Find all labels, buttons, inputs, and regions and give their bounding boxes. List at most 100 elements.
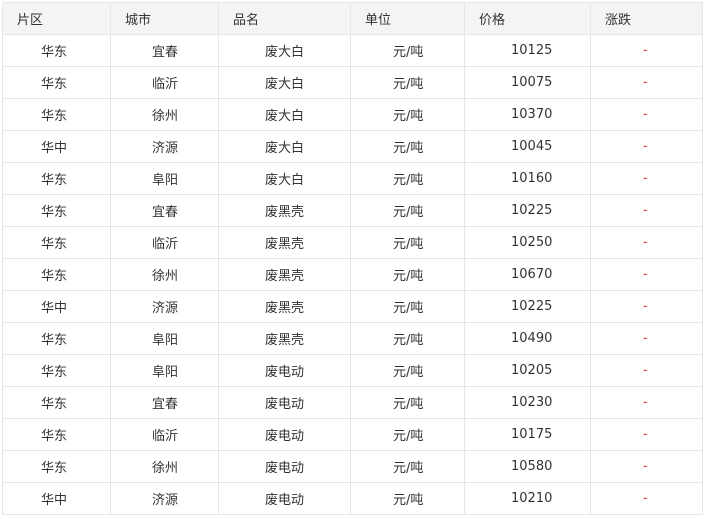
cell-item: 废电动 <box>218 418 351 451</box>
table-row: 华东 徐州 废黑壳 元/吨 10670- <box>2 258 703 291</box>
cell-city: 阜阳 <box>110 162 219 195</box>
cell-city: 济源 <box>110 290 219 323</box>
cell-change: - <box>590 322 703 355</box>
table-row: 华东 临沂 废黑壳 元/吨 10250- <box>2 226 703 259</box>
cell-unit: 元/吨 <box>350 258 465 291</box>
cell-item: 废大白 <box>218 130 351 163</box>
cell-price: 10075 <box>464 66 591 99</box>
cell-city: 阜阳 <box>110 322 219 355</box>
cell-city: 济源 <box>110 130 219 163</box>
table-row: 华东 阜阳 废电动 元/吨 10205- <box>2 354 703 387</box>
cell-item: 废黑壳 <box>218 226 351 259</box>
cell-price: 10490 <box>464 322 591 355</box>
table-row: 华东 宜春 废电动 元/吨 10230- <box>2 386 703 419</box>
cell-item: 废大白 <box>218 98 351 131</box>
cell-item: 废电动 <box>218 482 351 515</box>
cell-unit: 元/吨 <box>350 162 465 195</box>
cell-item: 废电动 <box>218 386 351 419</box>
cell-city: 徐州 <box>110 98 219 131</box>
cell-region: 华东 <box>2 162 111 195</box>
cell-item: 废黑壳 <box>218 290 351 323</box>
table-row: 华东 阜阳 废黑壳 元/吨 10490- <box>2 322 703 355</box>
cell-change: - <box>590 450 703 483</box>
cell-price: 10225 <box>464 290 591 323</box>
cell-item: 废电动 <box>218 450 351 483</box>
cell-change: - <box>590 290 703 323</box>
header-region: 片区 <box>2 2 111 35</box>
header-price: 价格 <box>464 2 591 35</box>
cell-city: 临沂 <box>110 226 219 259</box>
cell-unit: 元/吨 <box>350 290 465 323</box>
table-row: 华东 徐州 废大白 元/吨 10370- <box>2 98 703 131</box>
cell-city: 阜阳 <box>110 354 219 387</box>
cell-region: 华东 <box>2 450 111 483</box>
cell-change: - <box>590 98 703 131</box>
cell-price: 10250 <box>464 226 591 259</box>
cell-city: 临沂 <box>110 66 219 99</box>
cell-change: - <box>590 34 703 67</box>
cell-region: 华东 <box>2 98 111 131</box>
cell-region: 华东 <box>2 386 111 419</box>
cell-price: 10580 <box>464 450 591 483</box>
cell-price: 10210 <box>464 482 591 515</box>
price-table-container: 片区 城市 品名 单位 价格 涨跌 华东 宜春 废大白 元/吨 10125- 华东 临沂 废大… <box>2 2 703 515</box>
cell-region: 华东 <box>2 66 111 99</box>
cell-price: 10160 <box>464 162 591 195</box>
cell-change: - <box>590 66 703 99</box>
table-row: 华中 济源 废电动 元/吨 10210- <box>2 482 703 515</box>
cell-item: 废电动 <box>218 354 351 387</box>
cell-item: 废大白 <box>218 34 351 67</box>
cell-change: - <box>590 418 703 451</box>
cell-city: 宜春 <box>110 34 219 67</box>
cell-region: 华中 <box>2 482 111 515</box>
cell-unit: 元/吨 <box>350 386 465 419</box>
cell-region: 华东 <box>2 226 111 259</box>
cell-unit: 元/吨 <box>350 418 465 451</box>
table-row: 华东 临沂 废电动 元/吨 10175- <box>2 418 703 451</box>
cell-unit: 元/吨 <box>350 226 465 259</box>
cell-item: 废黑壳 <box>218 322 351 355</box>
cell-city: 临沂 <box>110 418 219 451</box>
cell-unit: 元/吨 <box>350 130 465 163</box>
table-row: 华东 徐州 废电动 元/吨 10580- <box>2 450 703 483</box>
cell-item: 废黑壳 <box>218 194 351 227</box>
table-row: 华东 阜阳 废大白 元/吨 10160- <box>2 162 703 195</box>
cell-unit: 元/吨 <box>350 450 465 483</box>
cell-price: 10225 <box>464 194 591 227</box>
cell-price: 10670 <box>464 258 591 291</box>
cell-change: - <box>590 386 703 419</box>
cell-change: - <box>590 258 703 291</box>
cell-city: 徐州 <box>110 450 219 483</box>
cell-price: 10370 <box>464 98 591 131</box>
price-table: 片区 城市 品名 单位 价格 涨跌 华东 宜春 废大白 元/吨 10125- 华东 临沂 废大… <box>2 2 703 515</box>
cell-region: 华东 <box>2 34 111 67</box>
cell-change: - <box>590 194 703 227</box>
cell-item: 废黑壳 <box>218 258 351 291</box>
cell-unit: 元/吨 <box>350 194 465 227</box>
cell-unit: 元/吨 <box>350 66 465 99</box>
cell-region: 华东 <box>2 258 111 291</box>
cell-unit: 元/吨 <box>350 322 465 355</box>
cell-item: 废大白 <box>218 66 351 99</box>
cell-region: 华东 <box>2 418 111 451</box>
cell-region: 华中 <box>2 130 111 163</box>
cell-item: 废大白 <box>218 162 351 195</box>
cell-change: - <box>590 130 703 163</box>
cell-change: - <box>590 162 703 195</box>
cell-region: 华东 <box>2 194 111 227</box>
cell-price: 10045 <box>464 130 591 163</box>
cell-city: 济源 <box>110 482 219 515</box>
table-row: 华中 济源 废大白 元/吨 10045- <box>2 130 703 163</box>
header-city: 城市 <box>110 2 219 35</box>
cell-city: 徐州 <box>110 258 219 291</box>
table-row: 华东 宜春 废大白 元/吨 10125- <box>2 34 703 67</box>
cell-price: 10205 <box>464 354 591 387</box>
cell-price: 10125 <box>464 34 591 67</box>
table-row: 华东 临沂 废大白 元/吨 10075- <box>2 66 703 99</box>
header-unit: 单位 <box>350 2 465 35</box>
cell-change: - <box>590 226 703 259</box>
table-body: 华东 宜春 废大白 元/吨 10125- 华东 临沂 废大白 元/吨 10075- 华东 徐州 废大白元… <box>2 34 703 515</box>
cell-price: 10230 <box>464 386 591 419</box>
table-row: 华中 济源 废黑壳 元/吨 10225- <box>2 290 703 323</box>
table-header-row: 片区 城市 品名 单位 价格 涨跌 <box>2 2 703 35</box>
